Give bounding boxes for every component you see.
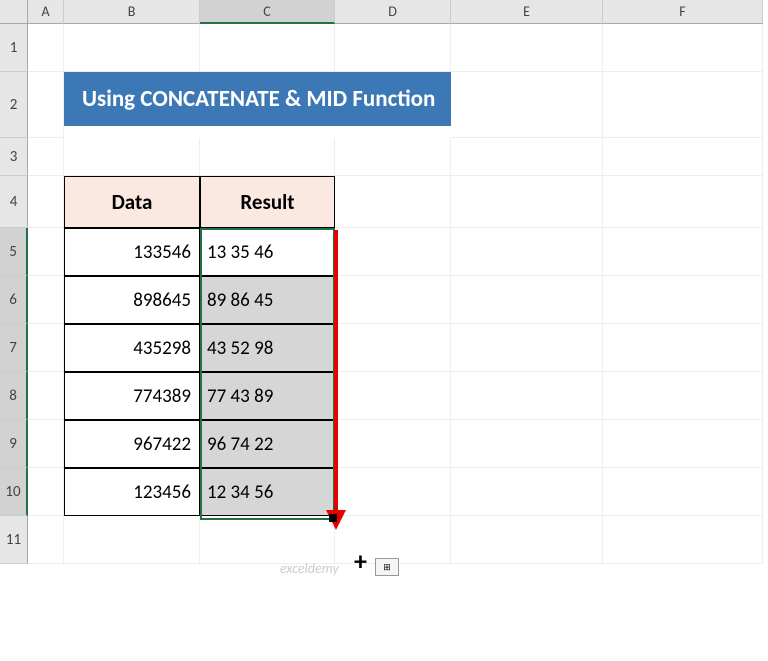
cell-B10[interactable]: 123456 [64,468,200,516]
cell-A9[interactable] [28,420,64,468]
col-header-F[interactable]: F [603,0,763,24]
cell-B3[interactable] [64,138,200,176]
cell-C11[interactable] [200,516,335,564]
header-result[interactable]: Result [200,176,335,228]
row-header-2[interactable]: 2 [0,72,28,138]
row-header-4[interactable]: 4 [0,176,28,228]
cell-D5[interactable] [335,228,451,276]
cell-F9[interactable] [603,420,763,468]
select-all-corner[interactable] [0,0,28,24]
cell-A10[interactable] [28,468,64,516]
cell-C1[interactable] [200,24,335,72]
cell-A8[interactable] [28,372,64,420]
col-header-A[interactable]: A [28,0,64,24]
cell-C3[interactable] [200,138,335,176]
row-header-3[interactable]: 3 [0,138,28,176]
cell-F7[interactable] [603,324,763,372]
row-header-1[interactable]: 1 [0,24,28,72]
cell-B6[interactable]: 898645 [64,276,200,324]
cell-F4[interactable] [603,176,763,228]
row-header-6[interactable]: 6 [0,276,28,324]
cell-C9[interactable]: 96 74 22 [200,420,335,468]
col-header-B[interactable]: B [64,0,200,24]
cell-F6[interactable] [603,276,763,324]
cell-F11[interactable] [603,516,763,564]
cell-E2[interactable] [451,72,603,138]
cell-E10[interactable] [451,468,603,516]
row-header-9[interactable]: 9 [0,420,28,468]
cell-B11[interactable] [64,516,200,564]
cell-E4[interactable] [451,176,603,228]
cell-D4[interactable] [335,176,451,228]
watermark-text: exceldemy [280,560,339,577]
cell-A2[interactable] [28,72,64,138]
header-data[interactable]: Data [64,176,200,228]
row-header-8[interactable]: 8 [0,372,28,420]
cell-A3[interactable] [28,138,64,176]
autofill-options-button[interactable]: ⊞ [375,558,399,576]
col-header-E[interactable]: E [451,0,603,24]
row-header-11[interactable]: 11 [0,516,28,564]
cell-A1[interactable] [28,24,64,72]
cell-D3[interactable] [335,138,451,176]
cell-A4[interactable] [28,176,64,228]
cell-C6[interactable]: 89 86 45 [200,276,335,324]
cell-D7[interactable] [335,324,451,372]
cell-D6[interactable] [335,276,451,324]
cell-C8[interactable]: 77 43 89 [200,372,335,420]
title-banner: Using CONCATENATE & MID Function [64,72,451,126]
cell-F10[interactable] [603,468,763,516]
cell-B8[interactable]: 774389 [64,372,200,420]
cell-C10[interactable]: 12 34 56 [200,468,335,516]
cell-C7[interactable]: 43 52 98 [200,324,335,372]
cell-B1[interactable] [64,24,200,72]
fill-handle[interactable] [329,514,337,522]
cell-A11[interactable] [28,516,64,564]
cell-D9[interactable] [335,420,451,468]
cell-D8[interactable] [335,372,451,420]
cell-D10[interactable] [335,468,451,516]
cell-A6[interactable] [28,276,64,324]
col-header-D[interactable]: D [335,0,451,24]
cell-E8[interactable] [451,372,603,420]
row-header-10[interactable]: 10 [0,468,28,516]
cell-E11[interactable] [451,516,603,564]
cell-E3[interactable] [451,138,603,176]
cell-C5[interactable]: 13 35 46 [200,228,335,276]
spreadsheet-grid: A B C D E F 1 2 3 4 5 6 7 8 9 10 11 Usin… [0,0,768,612]
cell-D1[interactable] [335,24,451,72]
cell-E6[interactable] [451,276,603,324]
fill-cursor-icon: + [354,545,367,577]
cell-F3[interactable] [603,138,763,176]
cell-E9[interactable] [451,420,603,468]
cell-D11[interactable] [335,516,451,564]
annotation-arrow-line [334,230,338,518]
row-header-5[interactable]: 5 [0,228,28,276]
cell-E7[interactable] [451,324,603,372]
cell-F8[interactable] [603,372,763,420]
cell-F5[interactable] [603,228,763,276]
cell-B5[interactable]: 133546 [64,228,200,276]
row-header-7[interactable]: 7 [0,324,28,372]
cell-B9[interactable]: 967422 [64,420,200,468]
cell-A5[interactable] [28,228,64,276]
cell-B7[interactable]: 435298 [64,324,200,372]
cell-E5[interactable] [451,228,603,276]
cell-F1[interactable] [603,24,763,72]
cell-F2[interactable] [603,72,763,138]
col-header-C[interactable]: C [200,0,335,24]
cell-A7[interactable] [28,324,64,372]
cell-E1[interactable] [451,24,603,72]
